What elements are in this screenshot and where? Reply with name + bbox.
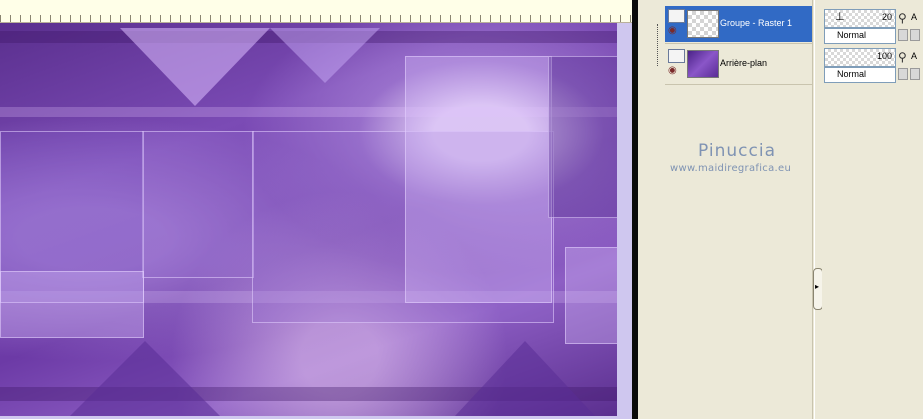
- horizontal-ruler: [0, 0, 632, 23]
- decorative-panel: [548, 56, 617, 218]
- opacity-slider[interactable]: 100: [824, 48, 896, 67]
- blend-mode-value: Normal: [837, 69, 867, 79]
- lock-icon[interactable]: ⚲: [898, 11, 907, 25]
- image-canvas[interactable]: [0, 23, 617, 416]
- blend-mode-select[interactable]: Normal: [824, 67, 896, 83]
- link-icon[interactable]: [910, 68, 920, 80]
- layer-extra-label: A: [911, 51, 918, 61]
- layer-thumbnail: [687, 50, 719, 78]
- image-canvas-window[interactable]: [0, 0, 632, 419]
- divider: [665, 43, 812, 44]
- layer-tree-strip: [638, 0, 663, 419]
- layer-extra-label: A: [911, 12, 918, 22]
- opacity-value: 20: [881, 12, 892, 22]
- chevron-right-icon: ▸: [815, 282, 820, 291]
- group-tree-line: [657, 24, 658, 66]
- group-icon: [668, 9, 685, 23]
- opacity-slider[interactable]: ⊥ 20: [824, 9, 896, 28]
- mask-icon[interactable]: [898, 68, 908, 80]
- layer-row-arriere-plan[interactable]: ◉ Arrière-plan: [665, 46, 812, 82]
- canvas-margin: [617, 23, 632, 416]
- blend-mode-value: Normal: [837, 30, 867, 40]
- layer-row-groupe-raster-1[interactable]: ◉ Groupe - Raster 1: [665, 6, 812, 42]
- divider: [665, 84, 812, 85]
- decorative-panel: [405, 56, 552, 303]
- layer-properties-arriere-plan: 100 Normal ⚲ A: [822, 47, 923, 83]
- lock-icon[interactable]: ⚲: [898, 50, 907, 64]
- decorative-triangle: [455, 341, 595, 416]
- eye-icon[interactable]: ◉: [668, 26, 682, 36]
- eye-icon[interactable]: ◉: [668, 66, 682, 76]
- decorative-panel: [565, 247, 617, 344]
- decorative-triangle: [120, 28, 270, 106]
- watermark-url: www.maidiregrafica.eu: [670, 163, 792, 174]
- mask-icon[interactable]: [898, 29, 908, 41]
- watermark-title: Pinuccia: [698, 141, 776, 161]
- layer-properties-groupe-raster-1: ⊥ 20 Normal ⚲ A: [822, 8, 923, 44]
- raster-layer-icon: [668, 49, 685, 63]
- layer-properties-column: ⊥ 20 Normal ⚲ A 100 Normal ⚲ A: [822, 0, 923, 419]
- slider-marker-icon: ⊥: [835, 11, 845, 23]
- layer-name: Groupe - Raster 1: [720, 18, 793, 28]
- decorative-panel: [0, 271, 144, 338]
- layer-thumbnail: [687, 10, 719, 38]
- decorative-panel: [142, 131, 254, 278]
- layer-name: Arrière-plan: [720, 58, 768, 68]
- palette-splitter[interactable]: [814, 0, 821, 419]
- link-icon[interactable]: [910, 29, 920, 41]
- decorative-triangle: [70, 341, 220, 416]
- layers-palette: ◉ Groupe - Raster 1 ◉ Arrière-plan Pinuc…: [638, 0, 923, 419]
- layer-names-column: ◉ Groupe - Raster 1 ◉ Arrière-plan Pinuc…: [665, 0, 813, 419]
- blend-mode-select[interactable]: Normal: [824, 28, 896, 44]
- opacity-value: 100: [876, 51, 892, 61]
- decorative-triangle: [270, 28, 380, 83]
